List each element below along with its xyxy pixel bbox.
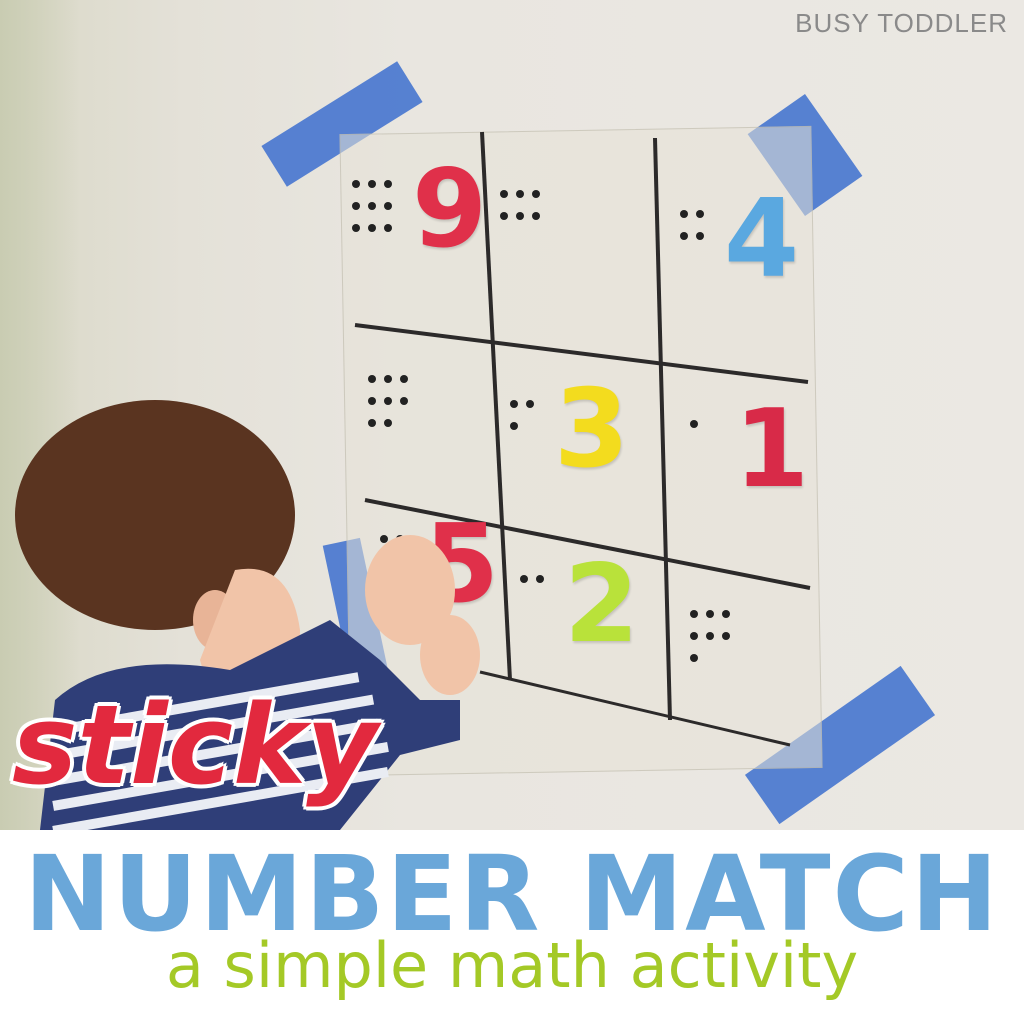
foam-number-3[interactable]: 3 xyxy=(554,376,629,484)
count-dot xyxy=(500,212,508,220)
count-dot xyxy=(690,654,698,662)
count-dot xyxy=(690,420,698,428)
count-dot xyxy=(536,575,544,583)
count-dot xyxy=(368,202,376,210)
count-dot xyxy=(368,375,376,383)
count-dot xyxy=(532,190,540,198)
count-dot xyxy=(532,212,540,220)
count-dot xyxy=(384,202,392,210)
count-dot xyxy=(680,232,688,240)
toddler-hand-right xyxy=(420,615,480,695)
count-dot xyxy=(352,180,360,188)
count-dot xyxy=(368,180,376,188)
grid-line-bottom xyxy=(479,670,791,747)
count-dot xyxy=(400,375,408,383)
count-dot xyxy=(690,610,698,618)
sticky-word: sticky xyxy=(12,681,378,809)
grid-line-v2 xyxy=(653,137,672,721)
count-dot xyxy=(384,180,392,188)
count-dot xyxy=(526,400,534,408)
count-dot xyxy=(680,210,688,218)
count-dot xyxy=(516,190,524,198)
count-dot xyxy=(706,632,714,640)
count-dot xyxy=(368,224,376,232)
count-dot xyxy=(696,210,704,218)
count-dot xyxy=(516,212,524,220)
count-dot xyxy=(696,232,704,240)
activity-subtitle: a simple math activity xyxy=(165,929,859,1002)
count-dot xyxy=(500,190,508,198)
foam-number-2[interactable]: 2 xyxy=(564,551,639,659)
count-dot xyxy=(384,224,392,232)
count-dot xyxy=(352,224,360,232)
foam-number-1[interactable]: 1 xyxy=(734,396,809,504)
count-dot xyxy=(352,202,360,210)
count-dot xyxy=(722,610,730,618)
count-dot xyxy=(690,632,698,640)
foam-number-9[interactable]: 9 xyxy=(412,156,487,264)
count-dot xyxy=(722,632,730,640)
activity-image: BUSY TODDLER 943152 sticky NUMBER MATCH … xyxy=(0,0,1024,1024)
count-dot xyxy=(384,375,392,383)
foam-number-4[interactable]: 4 xyxy=(724,186,799,294)
count-dot xyxy=(706,610,714,618)
count-dot xyxy=(520,575,528,583)
